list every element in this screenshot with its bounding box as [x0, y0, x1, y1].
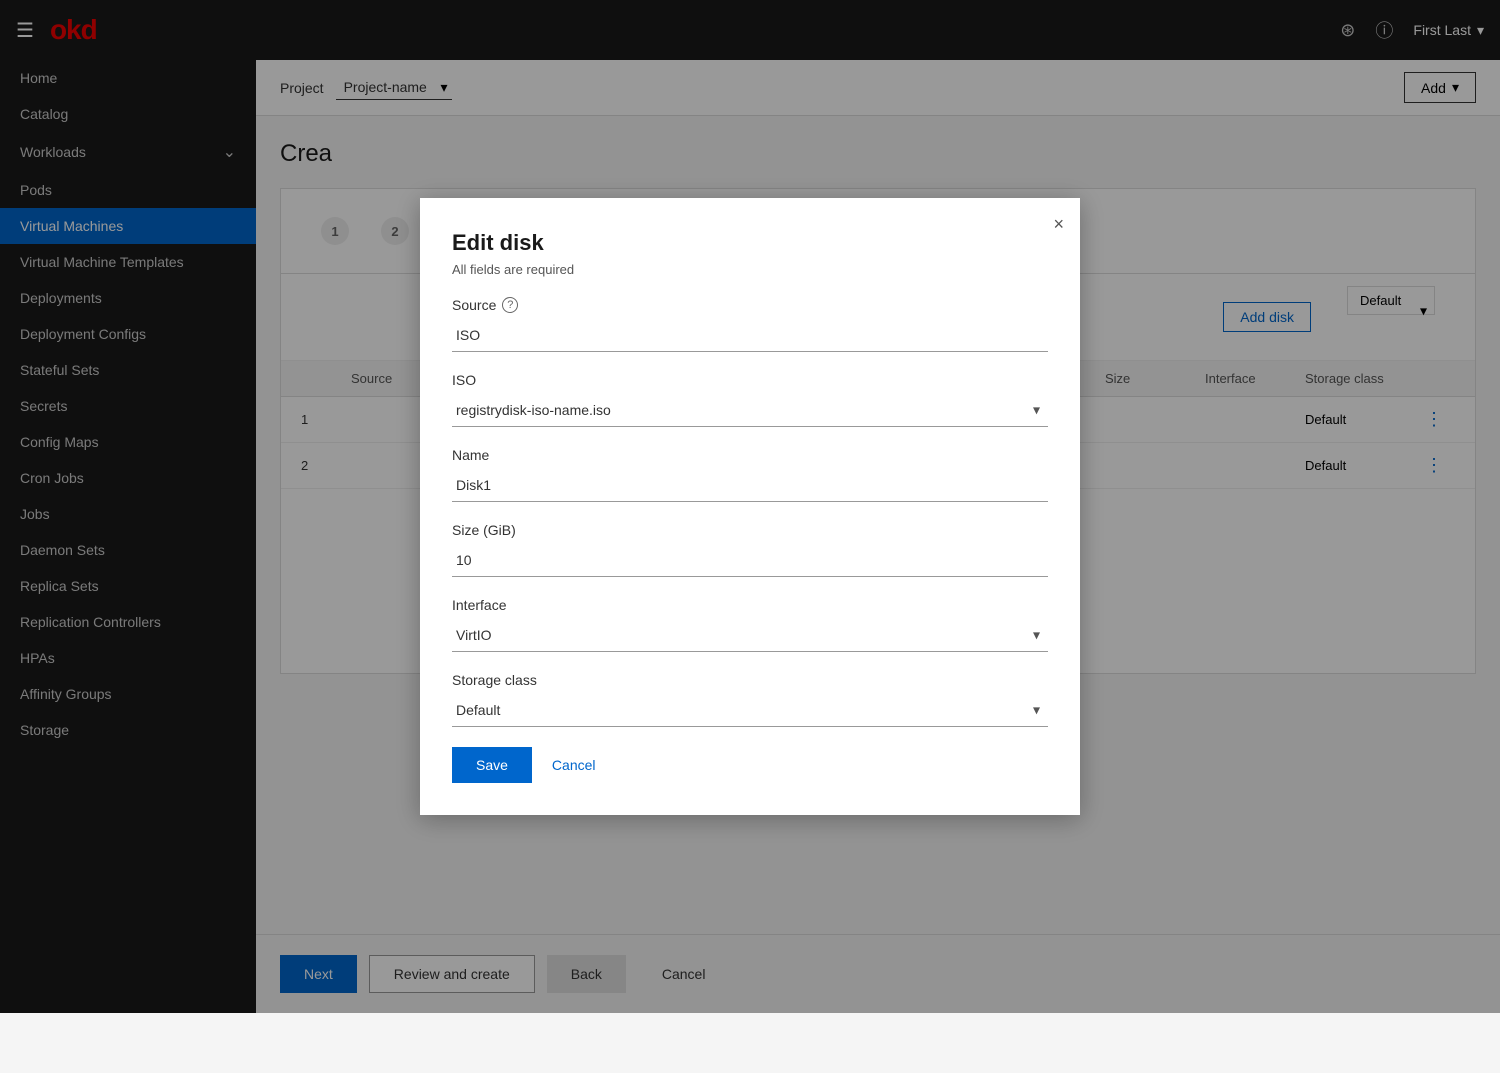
size-input[interactable] — [452, 544, 1048, 577]
size-label: Size (GiB) — [452, 522, 1048, 538]
interface-label: Interface — [452, 597, 1048, 613]
source-input[interactable] — [452, 319, 1048, 352]
modal-overlay[interactable]: × Edit disk All fields are required Sour… — [0, 0, 1500, 1013]
modal-save-button[interactable]: Save — [452, 747, 532, 783]
iso-label: ISO — [452, 372, 1048, 388]
modal-cancel-button[interactable]: Cancel — [544, 747, 604, 783]
name-label: Name — [452, 447, 1048, 463]
source-help-icon[interactable]: ? — [502, 297, 518, 313]
storage-class-select-wrapper[interactable]: Default Standard Fast — [452, 694, 1048, 727]
interface-field-group: Interface VirtIO SATA IDE — [452, 597, 1048, 652]
modal-title: Edit disk — [452, 230, 1048, 256]
modal-actions: Save Cancel — [452, 747, 1048, 783]
iso-field-group: ISO registrydisk-iso-name.iso other-iso.… — [452, 372, 1048, 427]
interface-select[interactable]: VirtIO SATA IDE — [452, 619, 1048, 651]
modal-close-button[interactable]: × — [1053, 214, 1064, 235]
source-label: Source ? — [452, 297, 1048, 313]
interface-select-wrapper[interactable]: VirtIO SATA IDE — [452, 619, 1048, 652]
modal-required-text: All fields are required — [452, 262, 1048, 277]
name-input[interactable] — [452, 469, 1048, 502]
storage-class-field-group: Storage class Default Standard Fast — [452, 672, 1048, 727]
source-field-group: Source ? — [452, 297, 1048, 352]
iso-select[interactable]: registrydisk-iso-name.iso other-iso.iso — [452, 394, 1048, 426]
edit-disk-modal: × Edit disk All fields are required Sour… — [420, 198, 1080, 815]
storage-class-select[interactable]: Default Standard Fast — [452, 694, 1048, 726]
name-field-group: Name — [452, 447, 1048, 502]
size-field-group: Size (GiB) — [452, 522, 1048, 577]
iso-select-wrapper[interactable]: registrydisk-iso-name.iso other-iso.iso — [452, 394, 1048, 427]
storage-class-label: Storage class — [452, 672, 1048, 688]
